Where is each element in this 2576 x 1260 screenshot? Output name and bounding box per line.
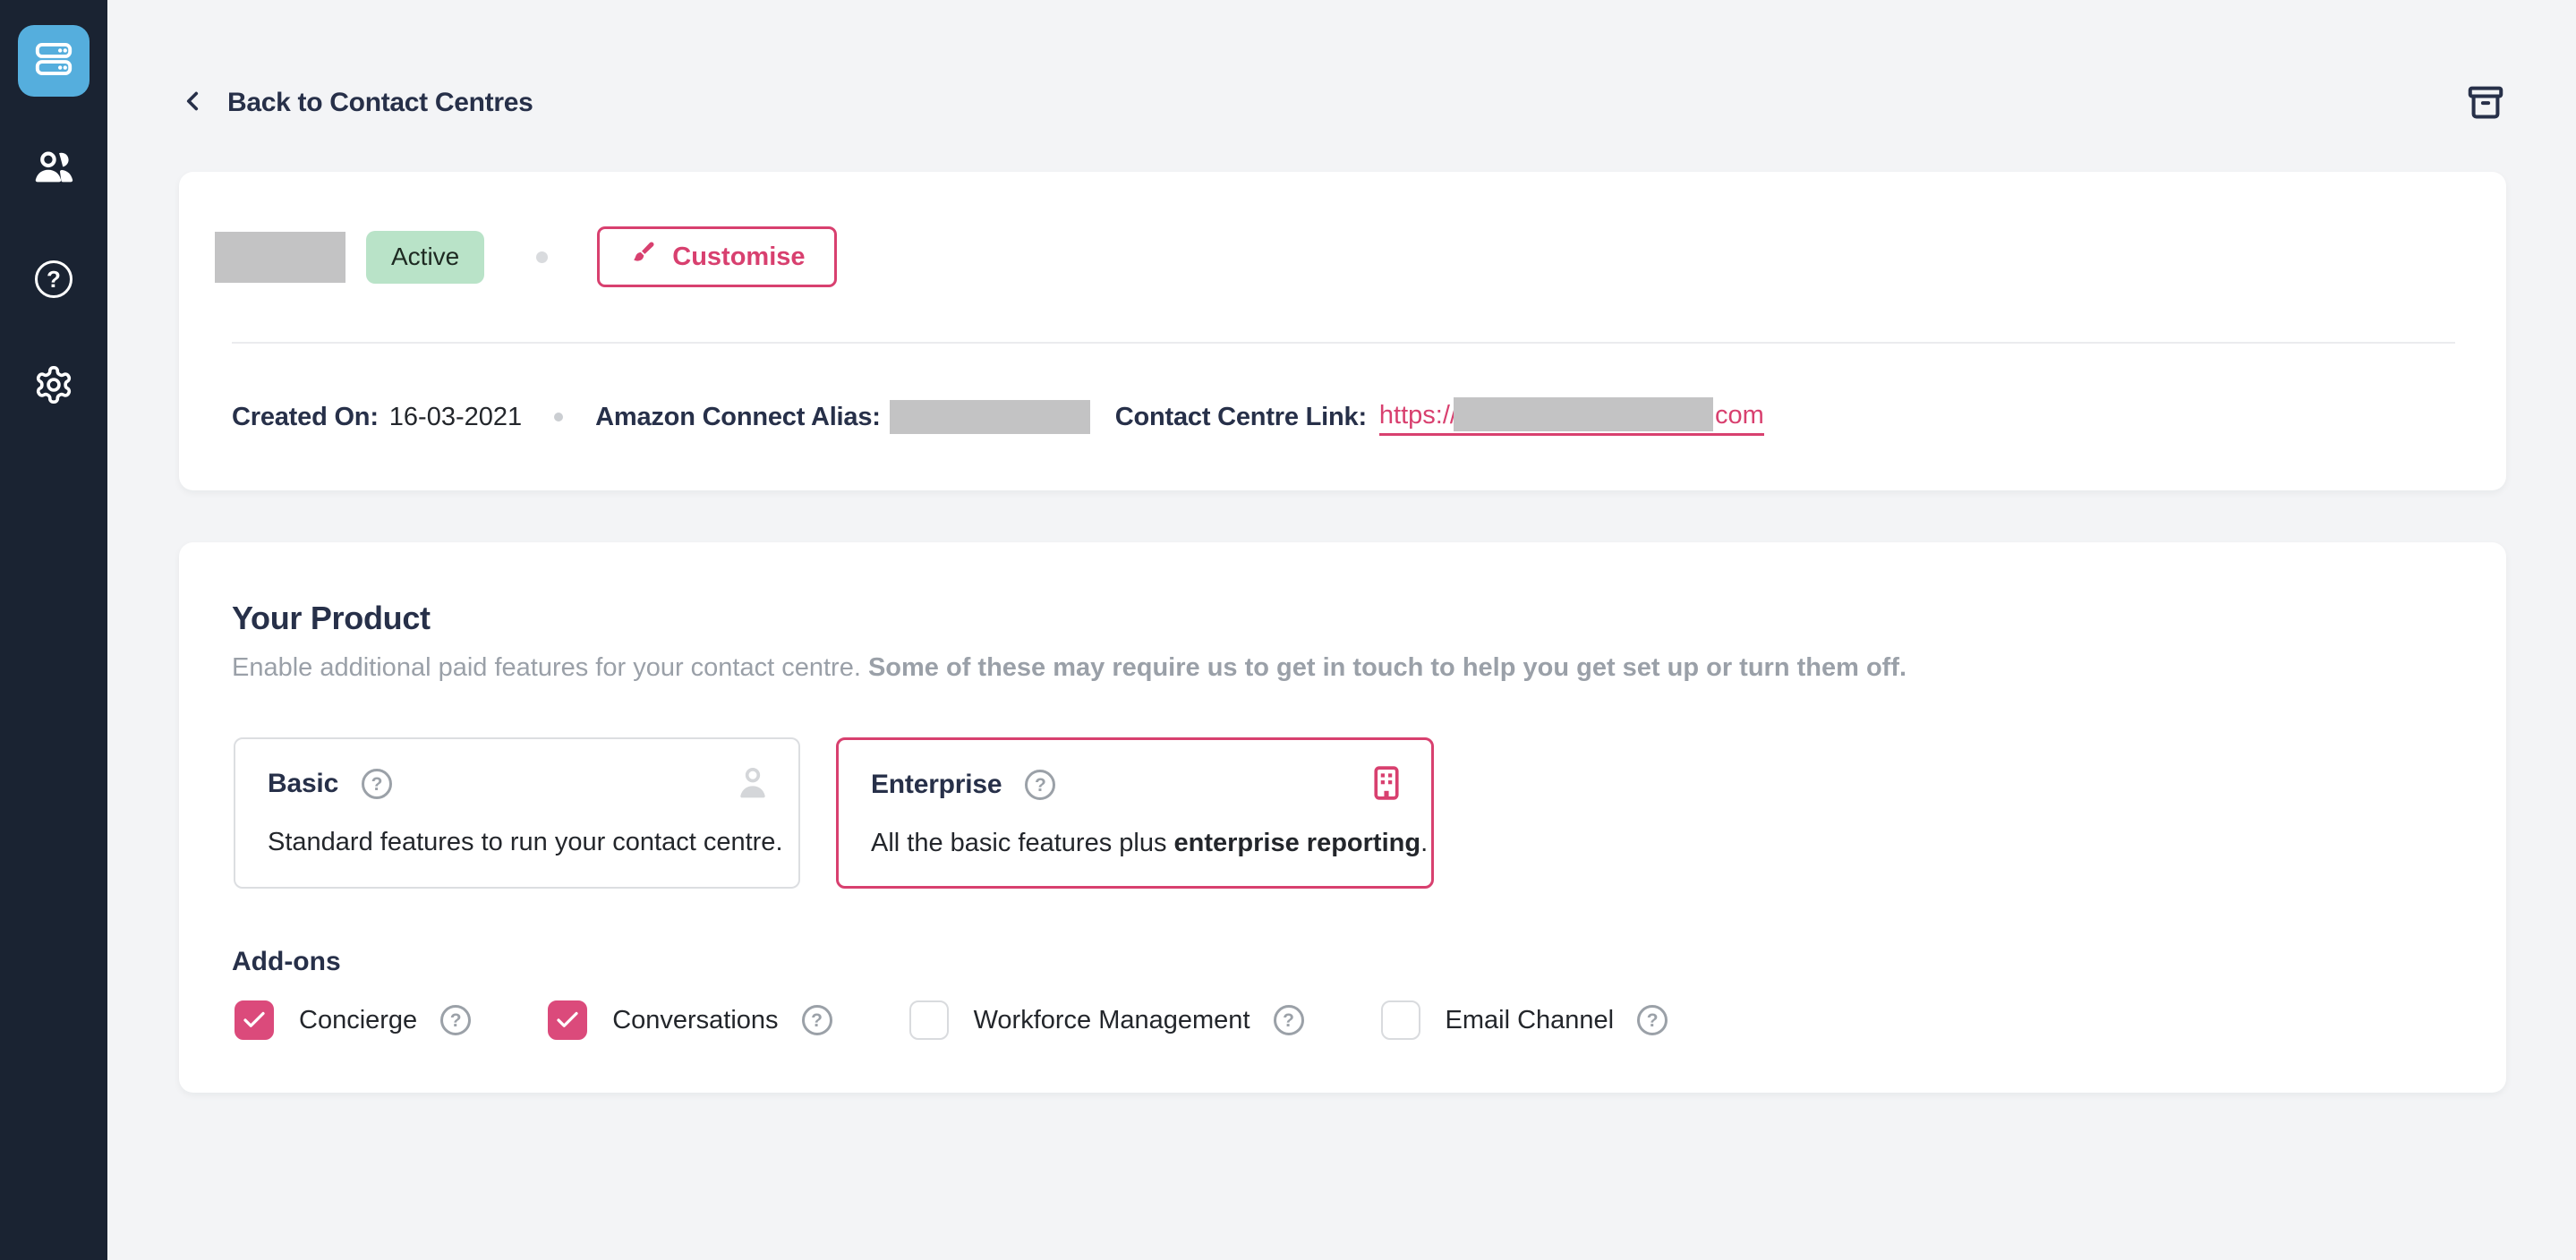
- created-on-label: Created On:: [232, 403, 379, 432]
- contact-centre-link[interactable]: https:// .com: [1379, 399, 1764, 436]
- overview-title-row: Active Customise: [215, 226, 2452, 287]
- sidebar-item-users[interactable]: [0, 144, 107, 195]
- customise-button-label: Customise: [672, 243, 805, 272]
- person-icon: [732, 762, 773, 808]
- desc-prefix: All the basic features plus: [871, 829, 1174, 857]
- subtitle-regular: Enable additional paid features for your…: [232, 653, 868, 682]
- email-channel-checkbox[interactable]: [1381, 1000, 1420, 1040]
- plan-basic-title-row: Basic ?: [268, 769, 392, 799]
- link-suffix: .com: [1708, 400, 1764, 431]
- plan-enterprise-description: All the basic features plus enterprise r…: [871, 829, 1428, 858]
- subtitle-bold: Some of these may require us to get in t…: [868, 653, 1906, 682]
- alias-value-redacted: [890, 400, 1090, 434]
- dot-separator: [536, 251, 548, 263]
- your-product-card: Your Product Enable additional paid feat…: [179, 542, 2506, 1093]
- your-product-subtitle: Enable additional paid features for your…: [232, 653, 1906, 683]
- contact-centre-link-label: Contact Centre Link:: [1115, 403, 1367, 432]
- plan-options: Basic ? Standard features to run your co…: [234, 737, 1434, 889]
- customise-button[interactable]: Customise: [597, 226, 836, 287]
- plan-card-basic[interactable]: Basic ? Standard features to run your co…: [234, 737, 800, 889]
- chevron-left-icon: [177, 86, 208, 121]
- server-stack-icon: [30, 36, 77, 87]
- sidebar-item-help[interactable]: ?: [0, 260, 107, 298]
- settings-gear-icon: [33, 364, 74, 410]
- concierge-checkbox[interactable]: [235, 1000, 274, 1040]
- plan-basic-description: Standard features to run your contact ce…: [268, 828, 783, 857]
- help-icon: ?: [35, 260, 73, 298]
- question-help-icon[interactable]: ?: [1274, 1005, 1304, 1035]
- app-logo[interactable]: [18, 25, 90, 97]
- overview-info-row: Created On: 16-03-2021 Amazon Connect Al…: [232, 396, 2452, 438]
- desc-suffix: .: [1420, 829, 1428, 857]
- addon-concierge: Concierge ?: [235, 1000, 471, 1040]
- check-icon: [554, 1007, 581, 1034]
- back-to-contact-centres-link[interactable]: Back to Contact Centres: [177, 86, 533, 121]
- link-redacted: [1454, 397, 1713, 431]
- amazon-connect-alias-label: Amazon Connect Alias:: [595, 403, 881, 432]
- building-icon: [1367, 763, 1406, 807]
- dot-separator: [554, 413, 563, 421]
- contact-centre-overview-card: Active Customise Created On: 16-03-2021 …: [179, 172, 2506, 490]
- archive-button[interactable]: [2463, 81, 2508, 125]
- question-help-icon[interactable]: ?: [802, 1005, 832, 1035]
- created-on-value: 16-03-2021: [389, 403, 522, 432]
- link-prefix: https://: [1379, 400, 1457, 431]
- plan-basic-name: Basic: [268, 769, 338, 799]
- question-help-icon[interactable]: ?: [1637, 1005, 1668, 1035]
- email-channel-label: Email Channel: [1446, 1006, 1615, 1035]
- addon-email-channel: Email Channel ?: [1381, 1000, 1668, 1040]
- contact-centre-name-redacted: [215, 232, 345, 283]
- check-icon: [241, 1007, 268, 1034]
- conversations-label: Conversations: [612, 1006, 778, 1035]
- workforce-management-label: Workforce Management: [974, 1006, 1250, 1035]
- question-help-icon[interactable]: ?: [1025, 770, 1055, 800]
- paintbrush-icon: [628, 239, 657, 275]
- back-link-label: Back to Contact Centres: [227, 88, 533, 118]
- app-root: ? Back to Contact Centres: [0, 0, 2576, 1260]
- plan-enterprise-title-row: Enterprise ?: [871, 770, 1055, 800]
- addon-conversations: Conversations ?: [548, 1000, 832, 1040]
- archive-box-icon: [2465, 81, 2506, 125]
- sidebar: ?: [0, 0, 107, 1260]
- desc-bold: enterprise reporting: [1174, 829, 1421, 857]
- workforce-management-checkbox[interactable]: [909, 1000, 949, 1040]
- status-badge: Active: [366, 231, 484, 284]
- sidebar-item-settings[interactable]: [0, 364, 107, 410]
- concierge-label: Concierge: [299, 1006, 417, 1035]
- question-help-icon[interactable]: ?: [362, 769, 392, 799]
- page-header: Back to Contact Centres: [177, 82, 2508, 123]
- plan-card-enterprise[interactable]: Enterprise ? All the basic features plus…: [836, 737, 1434, 889]
- users-icon: [30, 144, 77, 195]
- overview-divider: [232, 342, 2455, 344]
- addon-workforce-management: Workforce Management ?: [909, 1000, 1304, 1040]
- addons-title: Add-ons: [232, 947, 341, 977]
- conversations-checkbox[interactable]: [548, 1000, 587, 1040]
- question-help-icon[interactable]: ?: [440, 1005, 471, 1035]
- addons-row: Concierge ? Conversations ? Workforce Ma…: [235, 1000, 1668, 1040]
- plan-enterprise-name: Enterprise: [871, 770, 1002, 800]
- your-product-title: Your Product: [232, 600, 431, 637]
